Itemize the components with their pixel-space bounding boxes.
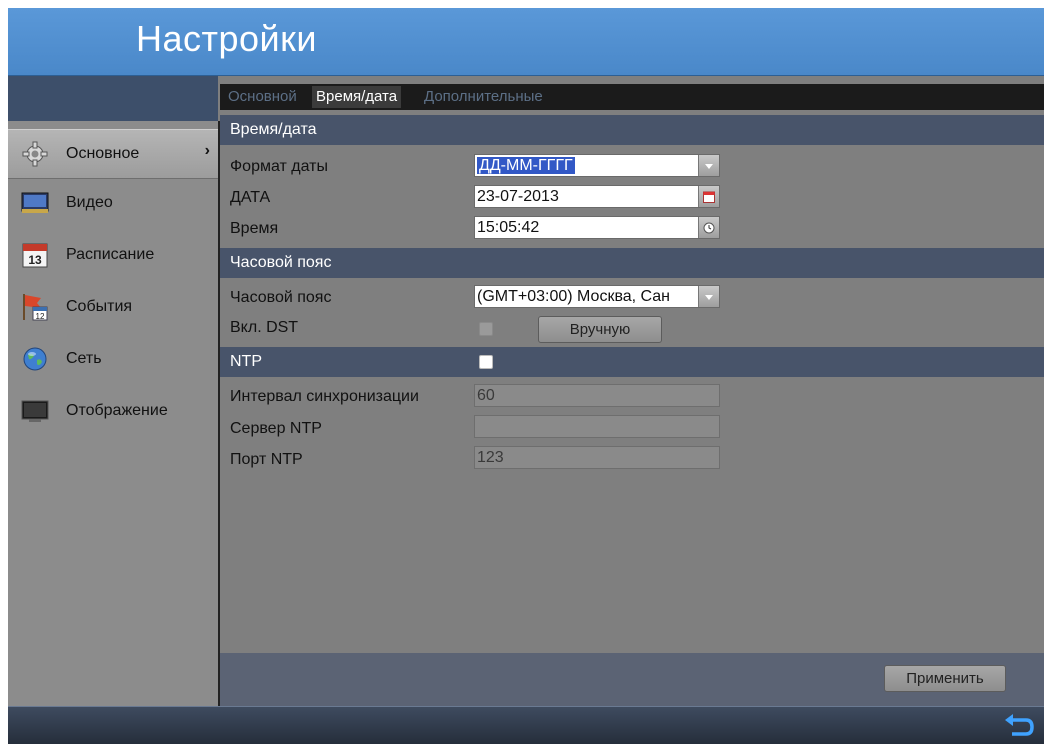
ntp-checkbox[interactable] [479,355,493,369]
sidebar-item-label: Отображение [66,402,168,419]
section-title: Часовой пояс [230,254,332,271]
chevron-down-icon[interactable] [698,155,719,176]
back-icon[interactable] [1004,714,1034,738]
sidebar: Основное › Видео 13 Расписание 12 Событи… [8,121,220,706]
chevron-down-icon[interactable] [698,286,719,307]
date-format-label: Формат даты [230,158,328,175]
section-title: NTP [230,353,262,370]
chevron-right-icon: › [204,142,210,159]
date-value: 23-07-2013 [477,188,559,205]
header-bar: Настройки [8,8,1044,76]
event-icon-day: 12 [36,312,45,321]
clock-icon[interactable] [698,217,719,238]
sidebar-item-schedule[interactable]: 13 Расписание [8,231,218,279]
tab-basic[interactable]: Основной [228,86,297,108]
sidebar-item-display[interactable]: Отображение [8,387,218,435]
apply-bar: Применить [220,653,1044,706]
calendar-icon: 13 [20,240,50,270]
page-title: Настройки [136,18,318,59]
sidebar-item-label: Расписание [66,246,155,263]
ntp-port-input[interactable]: 123 [474,446,720,469]
dst-checkbox[interactable] [479,322,493,336]
date-label: ДАТА [230,189,271,206]
monitor-icon [20,396,50,426]
globe-icon [20,344,50,374]
sidebar-item-label: Сеть [66,350,102,367]
time-value: 15:05:42 [477,219,540,236]
sidebar-item-basic[interactable]: Основное › [8,129,218,179]
timezone-label: Часовой пояс [230,289,332,306]
event-flag-icon: 12 [20,292,50,322]
section-timezone: Часовой пояс [220,248,1044,278]
time-label: Время [230,220,279,237]
dst-label: Вкл. DST [230,319,299,336]
dst-manual-button[interactable]: Вручную [538,316,662,343]
sidebar-item-network[interactable]: Сеть [8,335,218,383]
tab-bar: Основной Время/дата Дополнительные [220,84,1044,110]
date-field[interactable]: 23-07-2013 [474,185,720,208]
section-title: Время/дата [230,121,317,138]
sidebar-item-label: События [66,298,133,315]
tab-advanced[interactable]: Дополнительные [424,86,543,108]
apply-button[interactable]: Применить [884,665,1006,692]
time-field[interactable]: 15:05:42 [474,216,720,239]
timezone-value: (GMT+03:00) Москва, Сан [477,288,671,305]
video-icon [20,188,50,218]
sync-interval-label: Интервал синхронизации [230,388,419,405]
sidebar-item-label: Основное [66,145,140,162]
sidebar-item-video[interactable]: Видео [8,179,218,227]
calendar-picker-icon[interactable] [698,186,719,207]
gear-icon [20,139,50,169]
ntp-port-label: Порт NTP [230,451,303,468]
sidebar-item-label: Видео [66,194,113,211]
date-format-value: ДД-ММ-ГГГГ [477,157,575,174]
bottom-bar [8,706,1044,744]
ntp-server-label: Сервер NTP [230,420,322,437]
sync-interval-input[interactable]: 60 [474,384,720,407]
ntp-server-input[interactable] [474,415,720,438]
settings-window: Настройки Основное › Видео 13 Расписание… [8,8,1044,744]
tab-datetime[interactable]: Время/дата [312,86,402,108]
sidebar-top-strip [8,76,218,121]
section-datetime: Время/дата [220,115,1044,145]
sidebar-item-events[interactable]: 12 События [8,283,218,331]
calendar-icon-day: 13 [28,253,42,267]
date-format-select[interactable]: ДД-ММ-ГГГГ [474,154,720,177]
section-ntp: NTP [220,347,1044,377]
timezone-select[interactable]: (GMT+03:00) Москва, Сан [474,285,720,308]
